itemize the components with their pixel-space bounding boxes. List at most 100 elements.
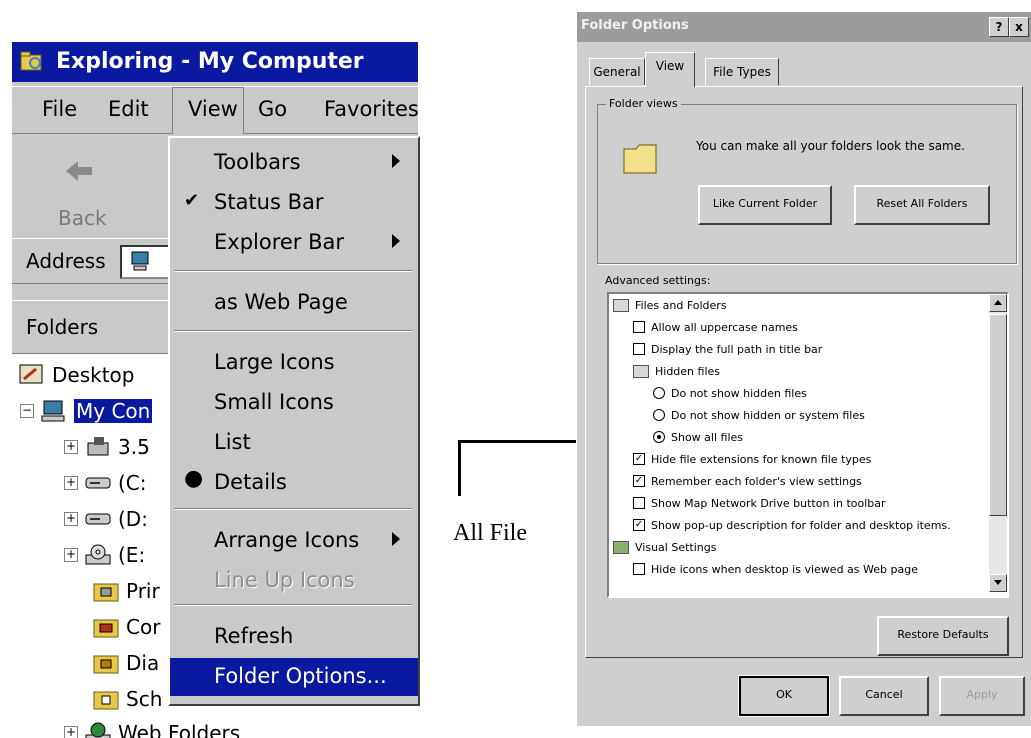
- expand-toggle[interactable]: +: [64, 440, 78, 454]
- tree-item-printers[interactable]: Prir: [92, 574, 160, 608]
- down-arrow-icon: [994, 580, 1002, 585]
- ok-button[interactable]: OK: [738, 675, 830, 717]
- tab-file-types[interactable]: File Types: [705, 58, 779, 85]
- dialog-title-bar: Folder Options ? x: [577, 12, 1031, 42]
- tree-item-floppy[interactable]: + 3.5: [64, 430, 150, 464]
- setting-label: Hide file extensions for known file type…: [651, 452, 872, 466]
- scroll-up-button[interactable]: [989, 294, 1007, 312]
- floppy-drive-icon: [87, 437, 109, 456]
- menu-go[interactable]: Go: [258, 97, 287, 121]
- menu-separator: [174, 508, 412, 510]
- menu-item-arrange-icons[interactable]: Arrange Icons: [170, 522, 418, 558]
- explorer-app-icon: [20, 51, 42, 71]
- setting-hide-icons-web[interactable]: Hide icons when desktop is viewed as Web…: [633, 558, 918, 580]
- address-label: Address: [26, 249, 106, 273]
- setting-show-map-network[interactable]: Show Map Network Drive button in toolbar: [633, 492, 886, 514]
- explorer-title-bar: Exploring - My Computer: [12, 42, 418, 82]
- restore-defaults-button[interactable]: Restore Defaults: [877, 616, 1009, 656]
- setting-label: Hide icons when desktop is viewed as Web…: [651, 562, 918, 576]
- tree-item-web-folders[interactable]: + Web Folders: [64, 716, 240, 738]
- setting-do-not-show-hidden-system[interactable]: Do not show hidden or system files: [653, 404, 865, 426]
- setting-label: Show pop-up description for folder and d…: [651, 518, 951, 532]
- tree-item-drive-d[interactable]: + (D:: [64, 502, 148, 536]
- close-button[interactable]: x: [1009, 17, 1029, 37]
- radio-button[interactable]: [653, 387, 665, 399]
- menu-item-explorer-bar[interactable]: Explorer Bar: [170, 224, 418, 260]
- setting-remember-view[interactable]: ✓ Remember each folder's view settings: [633, 470, 862, 492]
- menu-item-details[interactable]: ● Details: [170, 464, 418, 500]
- radio-button[interactable]: [653, 409, 665, 421]
- checkbox-checked[interactable]: ✓: [633, 519, 645, 531]
- expand-toggle[interactable]: +: [64, 548, 78, 562]
- checkbox[interactable]: [633, 563, 645, 575]
- menu-item-toolbars[interactable]: Toolbars: [170, 144, 418, 180]
- menu-favorites[interactable]: Favorites: [324, 97, 418, 121]
- setting-label: Hidden files: [655, 364, 721, 378]
- checkbox[interactable]: [633, 497, 645, 509]
- menu-edit[interactable]: Edit: [108, 97, 149, 121]
- web-folders-icon: [85, 722, 111, 738]
- collapse-toggle[interactable]: −: [20, 404, 34, 418]
- menu-item-status-bar[interactable]: ✔ Status Bar: [170, 184, 418, 220]
- tree-item-my-computer[interactable]: − My Con: [20, 394, 153, 428]
- menu-separator: [174, 270, 412, 272]
- checkbox[interactable]: [633, 321, 645, 333]
- menu-item-refresh[interactable]: Refresh: [170, 618, 418, 654]
- tab-general[interactable]: General: [589, 58, 645, 85]
- submenu-arrow-icon: [392, 154, 400, 168]
- menu-item-label: as Web Page: [214, 290, 348, 314]
- expand-toggle[interactable]: +: [64, 476, 78, 490]
- menu-item-label: Line Up Icons: [214, 568, 355, 592]
- menu-item-label: List: [214, 430, 251, 454]
- help-button[interactable]: ?: [989, 17, 1009, 37]
- scroll-thumb[interactable]: [989, 314, 1007, 516]
- setting-do-not-show-hidden[interactable]: Do not show hidden files: [653, 382, 807, 404]
- menu-item-list[interactable]: List: [170, 424, 418, 460]
- vertical-scrollbar[interactable]: [989, 294, 1007, 592]
- setting-allow-uppercase[interactable]: Allow all uppercase names: [633, 316, 798, 338]
- setting-display-full-path[interactable]: Display the full path in title bar: [633, 338, 822, 360]
- menu-file[interactable]: File: [42, 97, 77, 121]
- folder-views-label: Folder views: [606, 97, 681, 110]
- tree-item-dialup[interactable]: Dia: [92, 646, 159, 680]
- cancel-button[interactable]: Cancel: [839, 676, 929, 716]
- setting-label: Visual Settings: [635, 540, 717, 554]
- radio-button-selected[interactable]: [653, 431, 665, 443]
- tree-item-scheduled-tasks[interactable]: Sch: [92, 682, 162, 716]
- checkbox[interactable]: [633, 343, 645, 355]
- tree-label: (E:: [118, 543, 146, 567]
- menu-item-small-icons[interactable]: Small Icons: [170, 384, 418, 420]
- back-arrow-icon: [66, 161, 92, 181]
- setting-show-all-files[interactable]: Show all files: [653, 426, 743, 448]
- dialup-folder-icon: [93, 655, 119, 674]
- menu-item-label: Explorer Bar: [214, 230, 345, 254]
- tree-item-drive-e[interactable]: + (E:: [64, 538, 145, 572]
- checkbox-checked[interactable]: ✓: [633, 453, 645, 465]
- explorer-menu-bar: File Edit View Go Favorites: [12, 86, 418, 134]
- up-arrow-icon: [994, 300, 1002, 305]
- setting-hide-extensions[interactable]: ✓ Hide file extensions for known file ty…: [633, 448, 871, 470]
- expand-toggle[interactable]: +: [64, 726, 78, 738]
- back-button[interactable]: Back: [34, 146, 126, 230]
- scroll-down-button[interactable]: [989, 574, 1007, 592]
- tree-label: My Con: [74, 399, 153, 423]
- checkbox-checked[interactable]: ✓: [633, 475, 645, 487]
- menu-item-as-web-page[interactable]: as Web Page: [170, 284, 418, 320]
- tree-item-control-panel[interactable]: Cor: [92, 610, 160, 644]
- tree-item-desktop[interactable]: Desktop: [18, 358, 134, 392]
- setting-label: Do not show hidden files: [671, 386, 807, 400]
- tree-item-drive-c[interactable]: + (C:: [64, 466, 147, 500]
- computer-icon: [41, 400, 65, 422]
- menu-item-folder-options[interactable]: Folder Options...: [170, 658, 418, 696]
- menu-item-label: Folder Options...: [214, 664, 387, 688]
- address-input[interactable]: [120, 245, 174, 279]
- menu-item-label: Status Bar: [214, 190, 324, 214]
- expand-toggle[interactable]: +: [64, 512, 78, 526]
- menu-item-large-icons[interactable]: Large Icons: [170, 344, 418, 380]
- reset-all-folders-button[interactable]: Reset All Folders: [854, 185, 990, 225]
- tab-view[interactable]: View: [645, 52, 695, 87]
- menu-view[interactable]: View: [188, 97, 238, 121]
- setting-show-popup[interactable]: ✓ Show pop-up description for folder and…: [633, 514, 951, 536]
- like-current-folder-button[interactable]: Like Current Folder: [698, 185, 832, 225]
- visual-settings-icon: [613, 540, 629, 554]
